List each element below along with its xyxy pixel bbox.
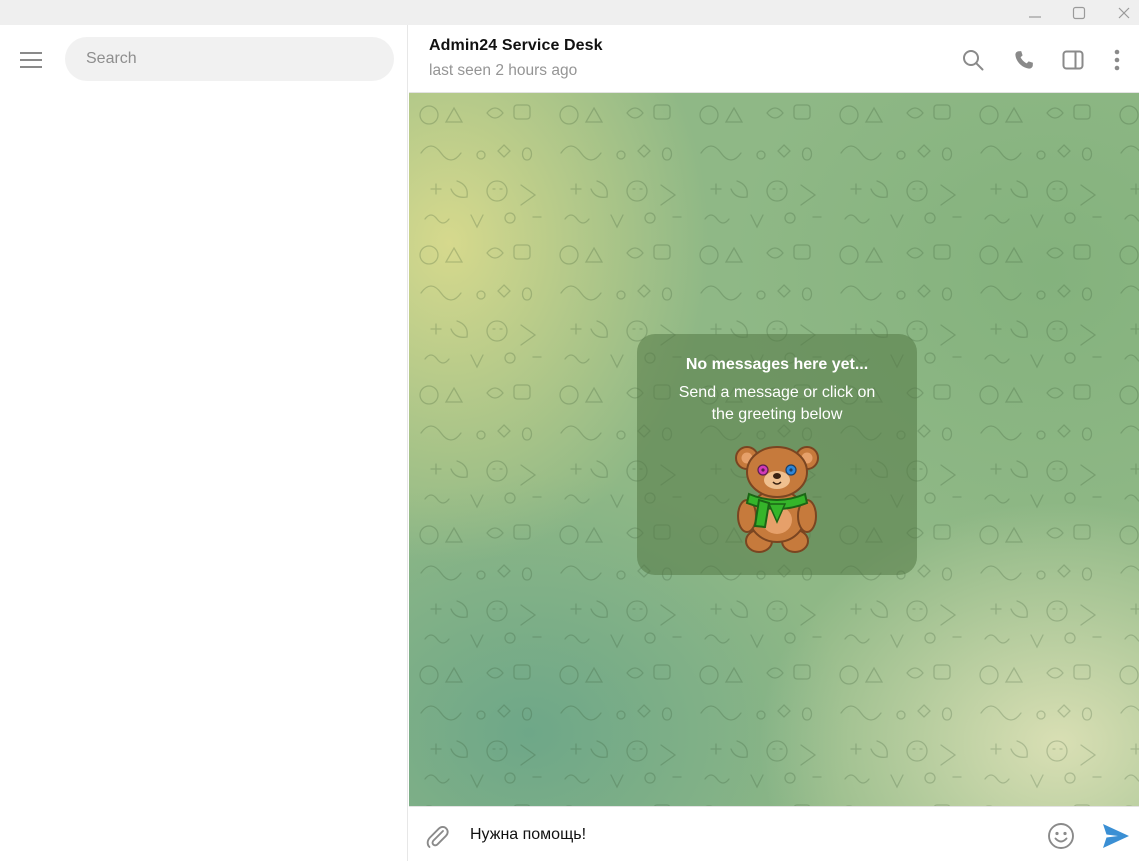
empty-state-title: No messages here yet... <box>685 356 869 373</box>
maximize-icon <box>1072 6 1086 19</box>
sidebar-toggle-icon <box>1062 50 1084 70</box>
more-options-button[interactable] <box>1101 44 1133 76</box>
chat-header[interactable]: Admin24 Service Desk last seen 2 hours a… <box>409 25 1139 93</box>
chat-list-panel <box>0 25 408 861</box>
phone-icon <box>1015 51 1033 69</box>
empty-state-subtitle: Send a message or click on the greeting … <box>678 384 876 423</box>
close-icon <box>1118 7 1130 18</box>
search-input[interactable] <box>86 50 366 68</box>
minimize-button[interactable] <box>1012 0 1058 25</box>
chat-status: last seen 2 hours ago <box>429 62 578 79</box>
minimize-icon <box>1029 15 1041 18</box>
chat-title[interactable]: Admin24 Service Desk <box>429 37 603 55</box>
main-menu-button[interactable] <box>12 45 50 75</box>
search-icon <box>963 50 984 71</box>
message-composer <box>409 806 1139 861</box>
window-titlebar <box>0 0 1139 25</box>
maximize-button[interactable] <box>1056 0 1102 25</box>
emoji-icon <box>1048 823 1074 849</box>
hamburger-menu-icon <box>20 52 42 68</box>
empty-chat-card: No messages here yet... Send a message o… <box>637 334 917 575</box>
call-button[interactable] <box>1008 44 1040 76</box>
more-vertical-icon <box>1114 49 1120 71</box>
teddy-bear-sticker[interactable] <box>729 442 825 554</box>
send-icon <box>1103 824 1129 848</box>
attach-button[interactable] <box>421 820 453 852</box>
search-box[interactable] <box>65 37 394 81</box>
send-button[interactable] <box>1099 820 1133 852</box>
chat-messages-area[interactable]: No messages here yet... Send a message o… <box>409 93 1139 806</box>
message-input[interactable] <box>470 823 1030 847</box>
search-chat-button[interactable] <box>957 44 989 76</box>
close-window-button[interactable] <box>1101 0 1139 25</box>
toggle-sidebar-button[interactable] <box>1057 44 1089 76</box>
emoji-button[interactable] <box>1045 820 1077 852</box>
paperclip-icon <box>426 826 449 848</box>
